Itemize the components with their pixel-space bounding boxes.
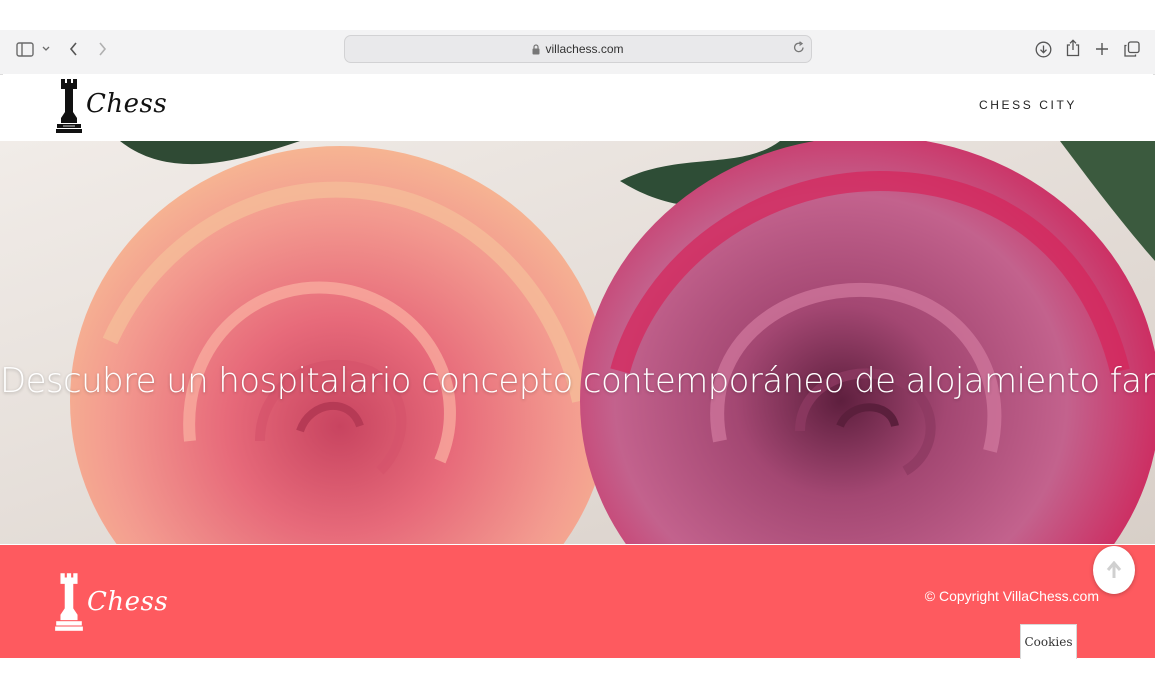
site-footer: Chess © Copyright VillaChess.com: [0, 545, 1155, 658]
sidebar-icon[interactable]: [15, 40, 35, 58]
arrow-up-icon: [1106, 561, 1122, 578]
tabs-icon[interactable]: [1122, 39, 1142, 59]
header-logo-text: Chess: [86, 89, 168, 119]
site-header: Chess CHESS CITY: [3, 74, 1153, 140]
address-bar[interactable]: villachess.com: [344, 35, 812, 63]
download-icon[interactable]: [1033, 39, 1053, 59]
cookies-button[interactable]: Cookies: [1020, 624, 1077, 659]
back-icon[interactable]: [65, 39, 81, 59]
footer-logo: Chess: [53, 571, 168, 633]
rook-icon: [56, 79, 82, 133]
footer-logo-text: Chess: [87, 587, 169, 617]
hero-title: Descubre un hospitalario concepto contem…: [0, 361, 1155, 401]
forward-icon[interactable]: [94, 39, 110, 59]
header-logo[interactable]: Chess: [54, 77, 168, 137]
plus-icon[interactable]: [1092, 39, 1112, 59]
chevron-down-icon[interactable]: [40, 42, 52, 56]
copyright-text: © Copyright VillaChess.com: [924, 588, 1099, 604]
rook-icon: [55, 573, 83, 631]
hero-banner: Descubre un hospitalario concepto contem…: [0, 141, 1155, 544]
scroll-to-top-button[interactable]: [1093, 546, 1135, 594]
url-text: villachess.com: [545, 42, 624, 56]
nav-link-chess-city[interactable]: CHESS CITY: [979, 98, 1077, 112]
reload-icon[interactable]: [793, 41, 805, 57]
hero-roses-image: [0, 141, 1155, 544]
share-icon[interactable]: [1063, 38, 1083, 58]
browser-toolbar: villachess.com: [0, 30, 1155, 75]
lock-icon: [532, 43, 540, 55]
